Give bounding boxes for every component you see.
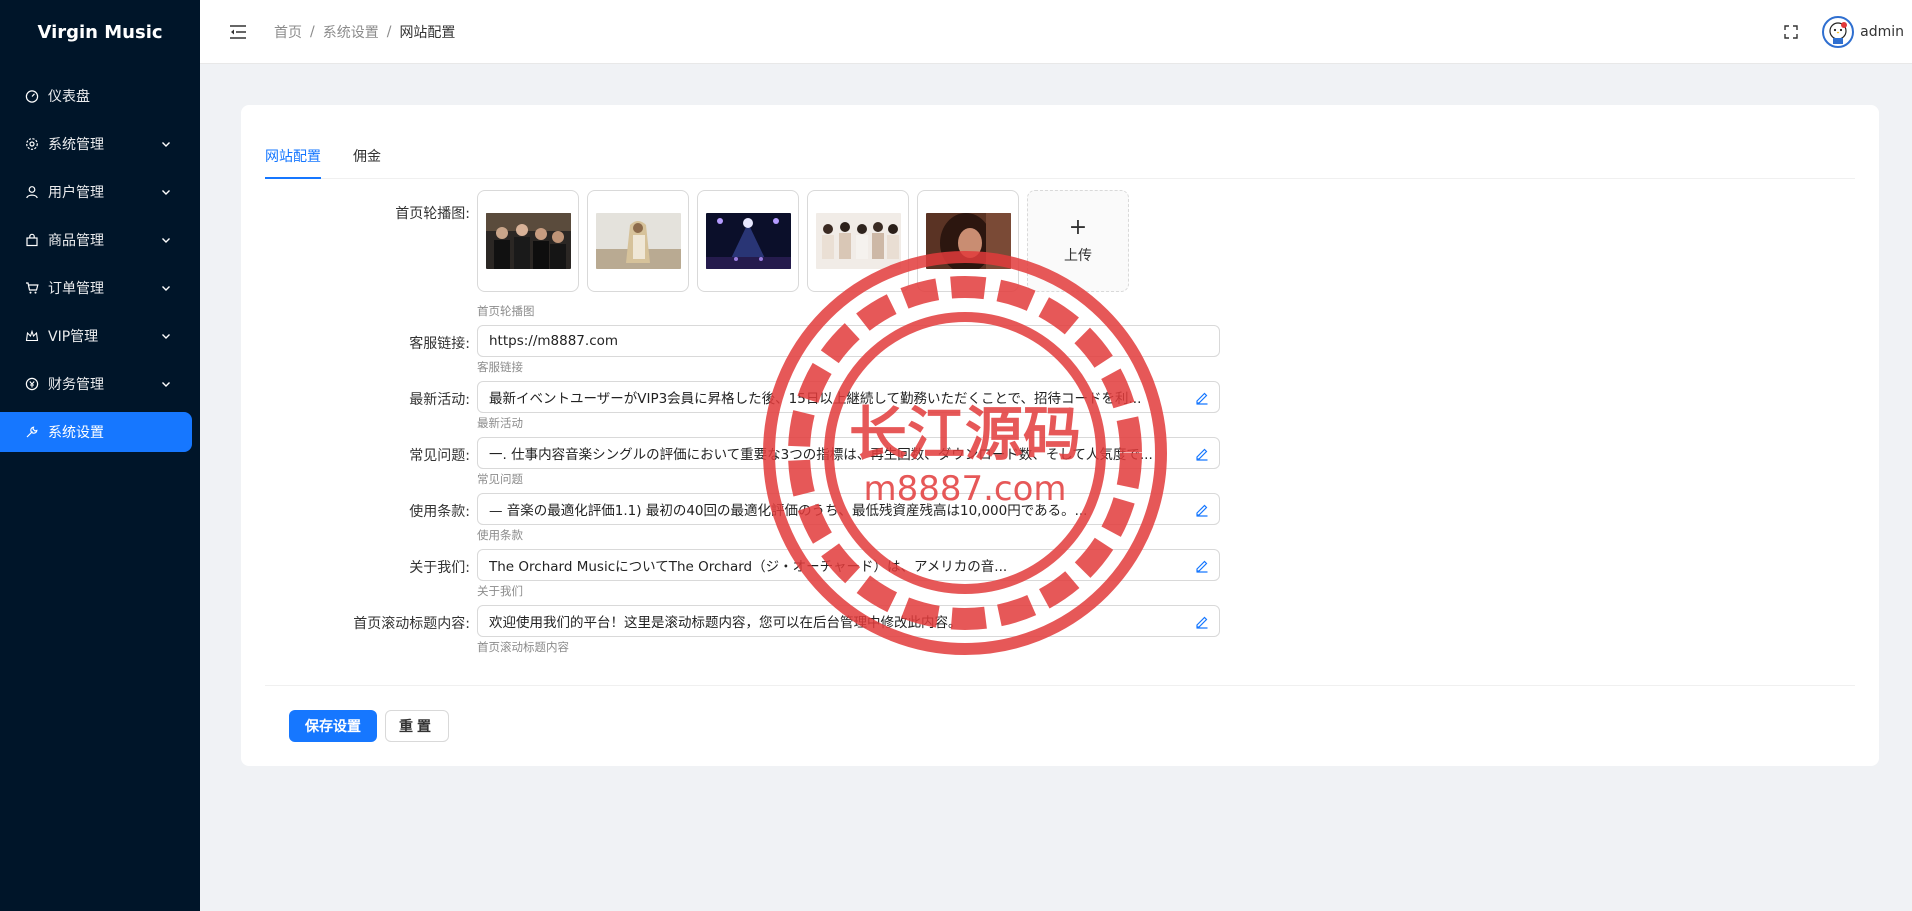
carousel-image[interactable] <box>587 190 689 292</box>
support-link-label: 客服链接: <box>409 336 470 352</box>
top-header: 首页 / 系统设置 / 网站配置 admin <box>200 0 1912 64</box>
breadcrumb: 首页 / 系统设置 / 网站配置 <box>274 22 455 42</box>
latest-events-label: 最新活动: <box>409 392 470 408</box>
sidebar-item-user-management[interactable]: 用户管理 <box>0 172 192 212</box>
crown-icon <box>24 328 40 344</box>
edit-icon[interactable] <box>1195 615 1209 629</box>
shopping-bag-icon <box>24 232 40 248</box>
breadcrumb-separator: / <box>386 23 392 40</box>
faq-input[interactable]: 一. 仕事内容音楽シングルの評価において重要な3つの指標は、再生回数、ダウンロー… <box>477 437 1220 469</box>
support-link-help: 客服链接 <box>477 360 523 374</box>
header-user-area: admin <box>1782 0 1904 64</box>
edit-icon[interactable] <box>1195 503 1209 517</box>
terms-input[interactable]: — 音楽の最適化評価1.1) 最初の40回の最適化評価のうち、最低残資産残高は1… <box>477 493 1220 525</box>
concert-photo-3 <box>705 213 791 269</box>
sidebar-item-finance-management[interactable]: 财务管理 <box>0 364 192 404</box>
sidebar-item-vip-management[interactable]: VIP管理 <box>0 316 192 356</box>
carousel-help: 首页轮播图 <box>477 304 535 318</box>
tab-commission[interactable]: 佣金 <box>353 146 381 178</box>
chevron-down-icon <box>162 238 170 243</box>
form-divider <box>265 685 1855 686</box>
sidebar-item-dashboard[interactable]: 仪表盘 <box>0 76 192 116</box>
faq-value: 一. 仕事内容音楽シングルの評価において重要な3つの指標は、再生回数、ダウンロー… <box>489 447 1153 463</box>
about-input[interactable]: The Orchard MusicについてThe Orchard（ジ・オーチャー… <box>477 549 1220 581</box>
breadcrumb-system-settings[interactable]: 系统设置 <box>323 22 379 42</box>
chevron-down-icon <box>162 190 170 195</box>
settings-tabs: 网站配置 佣金 <box>265 129 1855 179</box>
carousel-uploader: + 上传 <box>477 190 1129 292</box>
avatar[interactable] <box>1822 16 1855 48</box>
about-value: The Orchard MusicについてThe Orchard（ジ・オーチャー… <box>489 559 1008 575</box>
carousel-image[interactable] <box>917 190 1019 292</box>
user-icon <box>24 184 40 200</box>
band-photo-1 <box>485 213 571 269</box>
faq-label: 常见问题: <box>409 448 470 464</box>
money-icon <box>24 376 40 392</box>
latest-events-help: 最新活动 <box>477 416 523 430</box>
breadcrumb-separator: / <box>310 23 315 40</box>
dashboard-icon <box>24 88 40 104</box>
support-link-input[interactable]: https://m8887.com <box>477 325 1220 357</box>
marquee-input[interactable]: 欢迎使用我们的平台！这里是滚动标题内容，您可以在后台管理中修改此内容。 <box>477 605 1220 637</box>
upload-button[interactable]: + 上传 <box>1027 190 1129 292</box>
about-label: 关于我们: <box>409 560 470 576</box>
group-photo-4 <box>815 213 901 269</box>
brand-logo[interactable]: Virgin Music <box>0 0 200 64</box>
sidebar-item-product-management[interactable]: 商品管理 <box>0 220 192 260</box>
sidebar-item-system-management[interactable]: 系统管理 <box>0 124 192 164</box>
cart-icon <box>24 280 40 296</box>
plus-icon: + <box>1068 215 1088 240</box>
gear-icon <box>24 136 40 152</box>
menu-fold-icon[interactable] <box>228 22 248 42</box>
carousel-label: 首页轮播图: <box>395 206 470 222</box>
save-settings-button[interactable]: 保存设置 <box>289 710 377 742</box>
reset-button[interactable]: 重置 <box>385 710 449 742</box>
latest-events-input[interactable]: 最新イベントユーザーがVIP3会員に昇格した後、15日以上継続して勤務いただくこ… <box>477 381 1220 413</box>
tab-website-config[interactable]: 网站配置 <box>265 146 321 179</box>
latest-events-value: 最新イベントユーザーがVIP3会員に昇格した後、15日以上継続して勤務いただくこ… <box>489 391 1142 407</box>
artist-photo-2 <box>595 213 681 269</box>
marquee-help: 首页滚动标题内容 <box>477 640 569 654</box>
sidebar-item-label: 系统设置 <box>48 425 104 441</box>
chevron-down-icon <box>162 142 170 147</box>
marquee-label: 首页滚动标题内容: <box>353 616 470 632</box>
fullscreen-icon[interactable] <box>1782 23 1800 41</box>
sidebar-item-label: VIP管理 <box>48 329 99 345</box>
sidebar-item-label: 财务管理 <box>48 377 104 393</box>
sidebar-menu: 仪表盘 系统管理 用户管理 商品管理 订单管理 VIP管理 财务管理 系统设置 <box>0 64 200 452</box>
upload-label: 上传 <box>1064 248 1092 264</box>
chevron-down-icon <box>162 382 170 387</box>
tool-icon <box>24 424 40 440</box>
breadcrumb-home[interactable]: 首页 <box>274 22 302 42</box>
username[interactable]: admin <box>1860 24 1904 40</box>
portrait-photo-5 <box>925 213 1011 269</box>
breadcrumb-current: 网站配置 <box>399 24 456 41</box>
sidebar: Virgin Music 仪表盘 系统管理 用户管理 商品管理 订单管理 VIP… <box>0 0 200 911</box>
sidebar-item-order-management[interactable]: 订单管理 <box>0 268 192 308</box>
edit-icon[interactable] <box>1195 559 1209 573</box>
settings-card: 网站配置 佣金 首页轮播图: + 上传 首页轮播图 客服链接: https://… <box>241 105 1879 766</box>
sidebar-item-label: 用户管理 <box>48 185 104 201</box>
marquee-value: 欢迎使用我们的平台！这里是滚动标题内容，您可以在后台管理中修改此内容。 <box>489 615 962 631</box>
carousel-image[interactable] <box>807 190 909 292</box>
edit-icon[interactable] <box>1195 447 1209 461</box>
carousel-image[interactable] <box>477 190 579 292</box>
terms-label: 使用条款: <box>409 504 470 520</box>
terms-value: — 音楽の最適化評価1.1) 最初の40回の最適化評価のうち、最低残資産残高は1… <box>489 503 1088 519</box>
terms-help: 使用条款 <box>477 528 523 542</box>
chevron-down-icon <box>162 286 170 291</box>
edit-icon[interactable] <box>1195 391 1209 405</box>
sidebar-item-label: 系统管理 <box>48 137 104 153</box>
sidebar-item-system-settings[interactable]: 系统设置 <box>0 412 192 452</box>
about-help: 关于我们 <box>477 584 523 598</box>
carousel-image[interactable] <box>697 190 799 292</box>
chevron-down-icon <box>162 334 170 339</box>
sidebar-item-label: 商品管理 <box>48 233 104 249</box>
sidebar-item-label: 订单管理 <box>48 281 104 297</box>
faq-help: 常见问题 <box>477 472 523 486</box>
support-link-value: https://m8887.com <box>489 333 619 349</box>
sidebar-item-label: 仪表盘 <box>48 89 90 105</box>
